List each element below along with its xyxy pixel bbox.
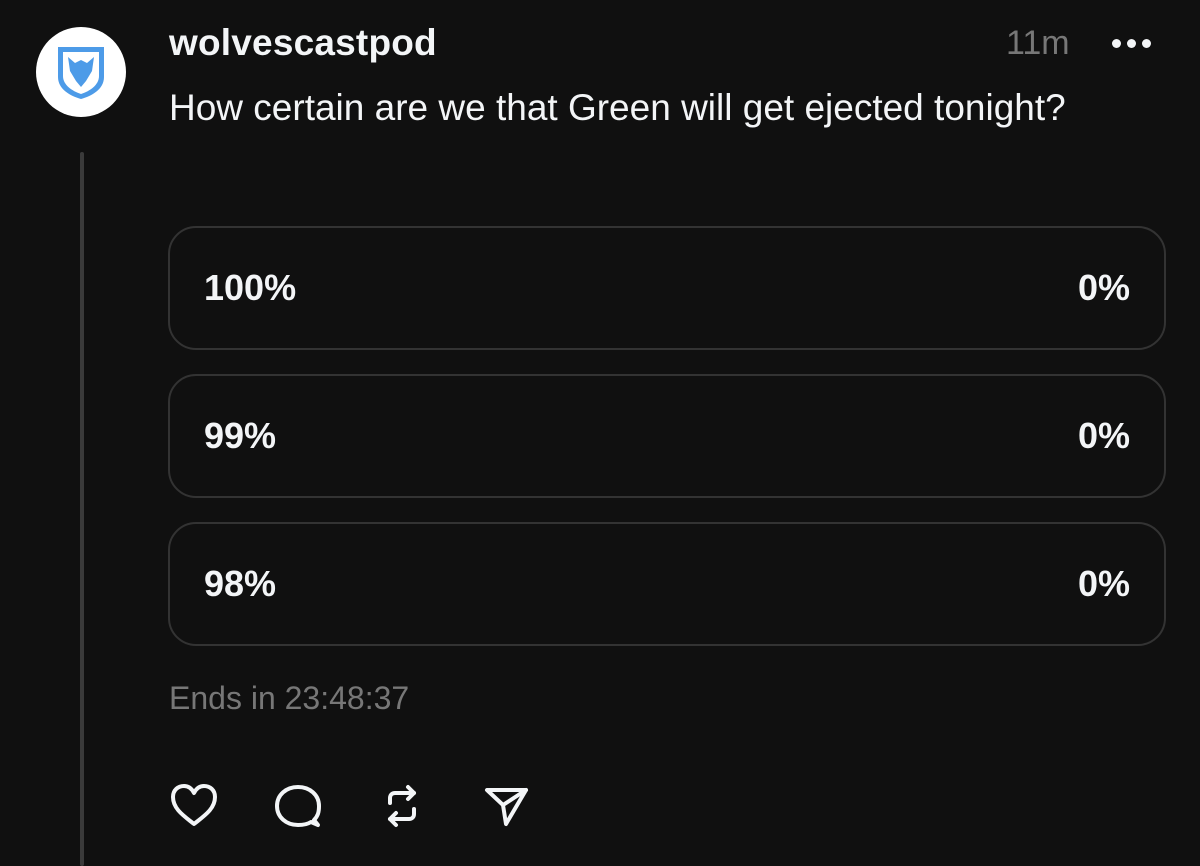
wolf-shield-logo-icon [58,47,104,99]
poll: 100% 0% 99% 0% 98% 0% [168,226,1166,670]
poll-ends-timer: Ends in 23:48:37 [169,680,410,716]
heart-icon[interactable] [166,778,222,834]
poll-option-result: 0% [1077,563,1130,604]
repost-icon[interactable] [374,778,430,834]
poll-option[interactable]: 100% 0% [168,226,1166,350]
poll-option[interactable]: 99% 0% [168,374,1166,498]
poll-option-label: 99% [204,415,277,456]
action-bar [166,778,534,834]
post-time: 11m [1006,24,1070,62]
poll-option-label: 98% [204,563,277,604]
poll-option-result: 0% [1077,415,1130,456]
more-dot [1127,38,1136,48]
comment-icon[interactable] [270,778,326,834]
post-text: How certain are we that Green will get e… [169,87,1066,128]
thread-line [80,152,84,866]
more-dot [1112,38,1121,48]
send-icon[interactable] [478,778,534,834]
poll-option-result: 0% [1077,267,1130,308]
more-dot [1142,38,1151,48]
poll-option-label: 100% [204,267,297,308]
poll-option[interactable]: 98% 0% [168,522,1166,646]
avatar[interactable] [36,27,126,117]
more-icon[interactable] [1112,36,1158,50]
username[interactable]: wolvescastpod [169,22,437,64]
